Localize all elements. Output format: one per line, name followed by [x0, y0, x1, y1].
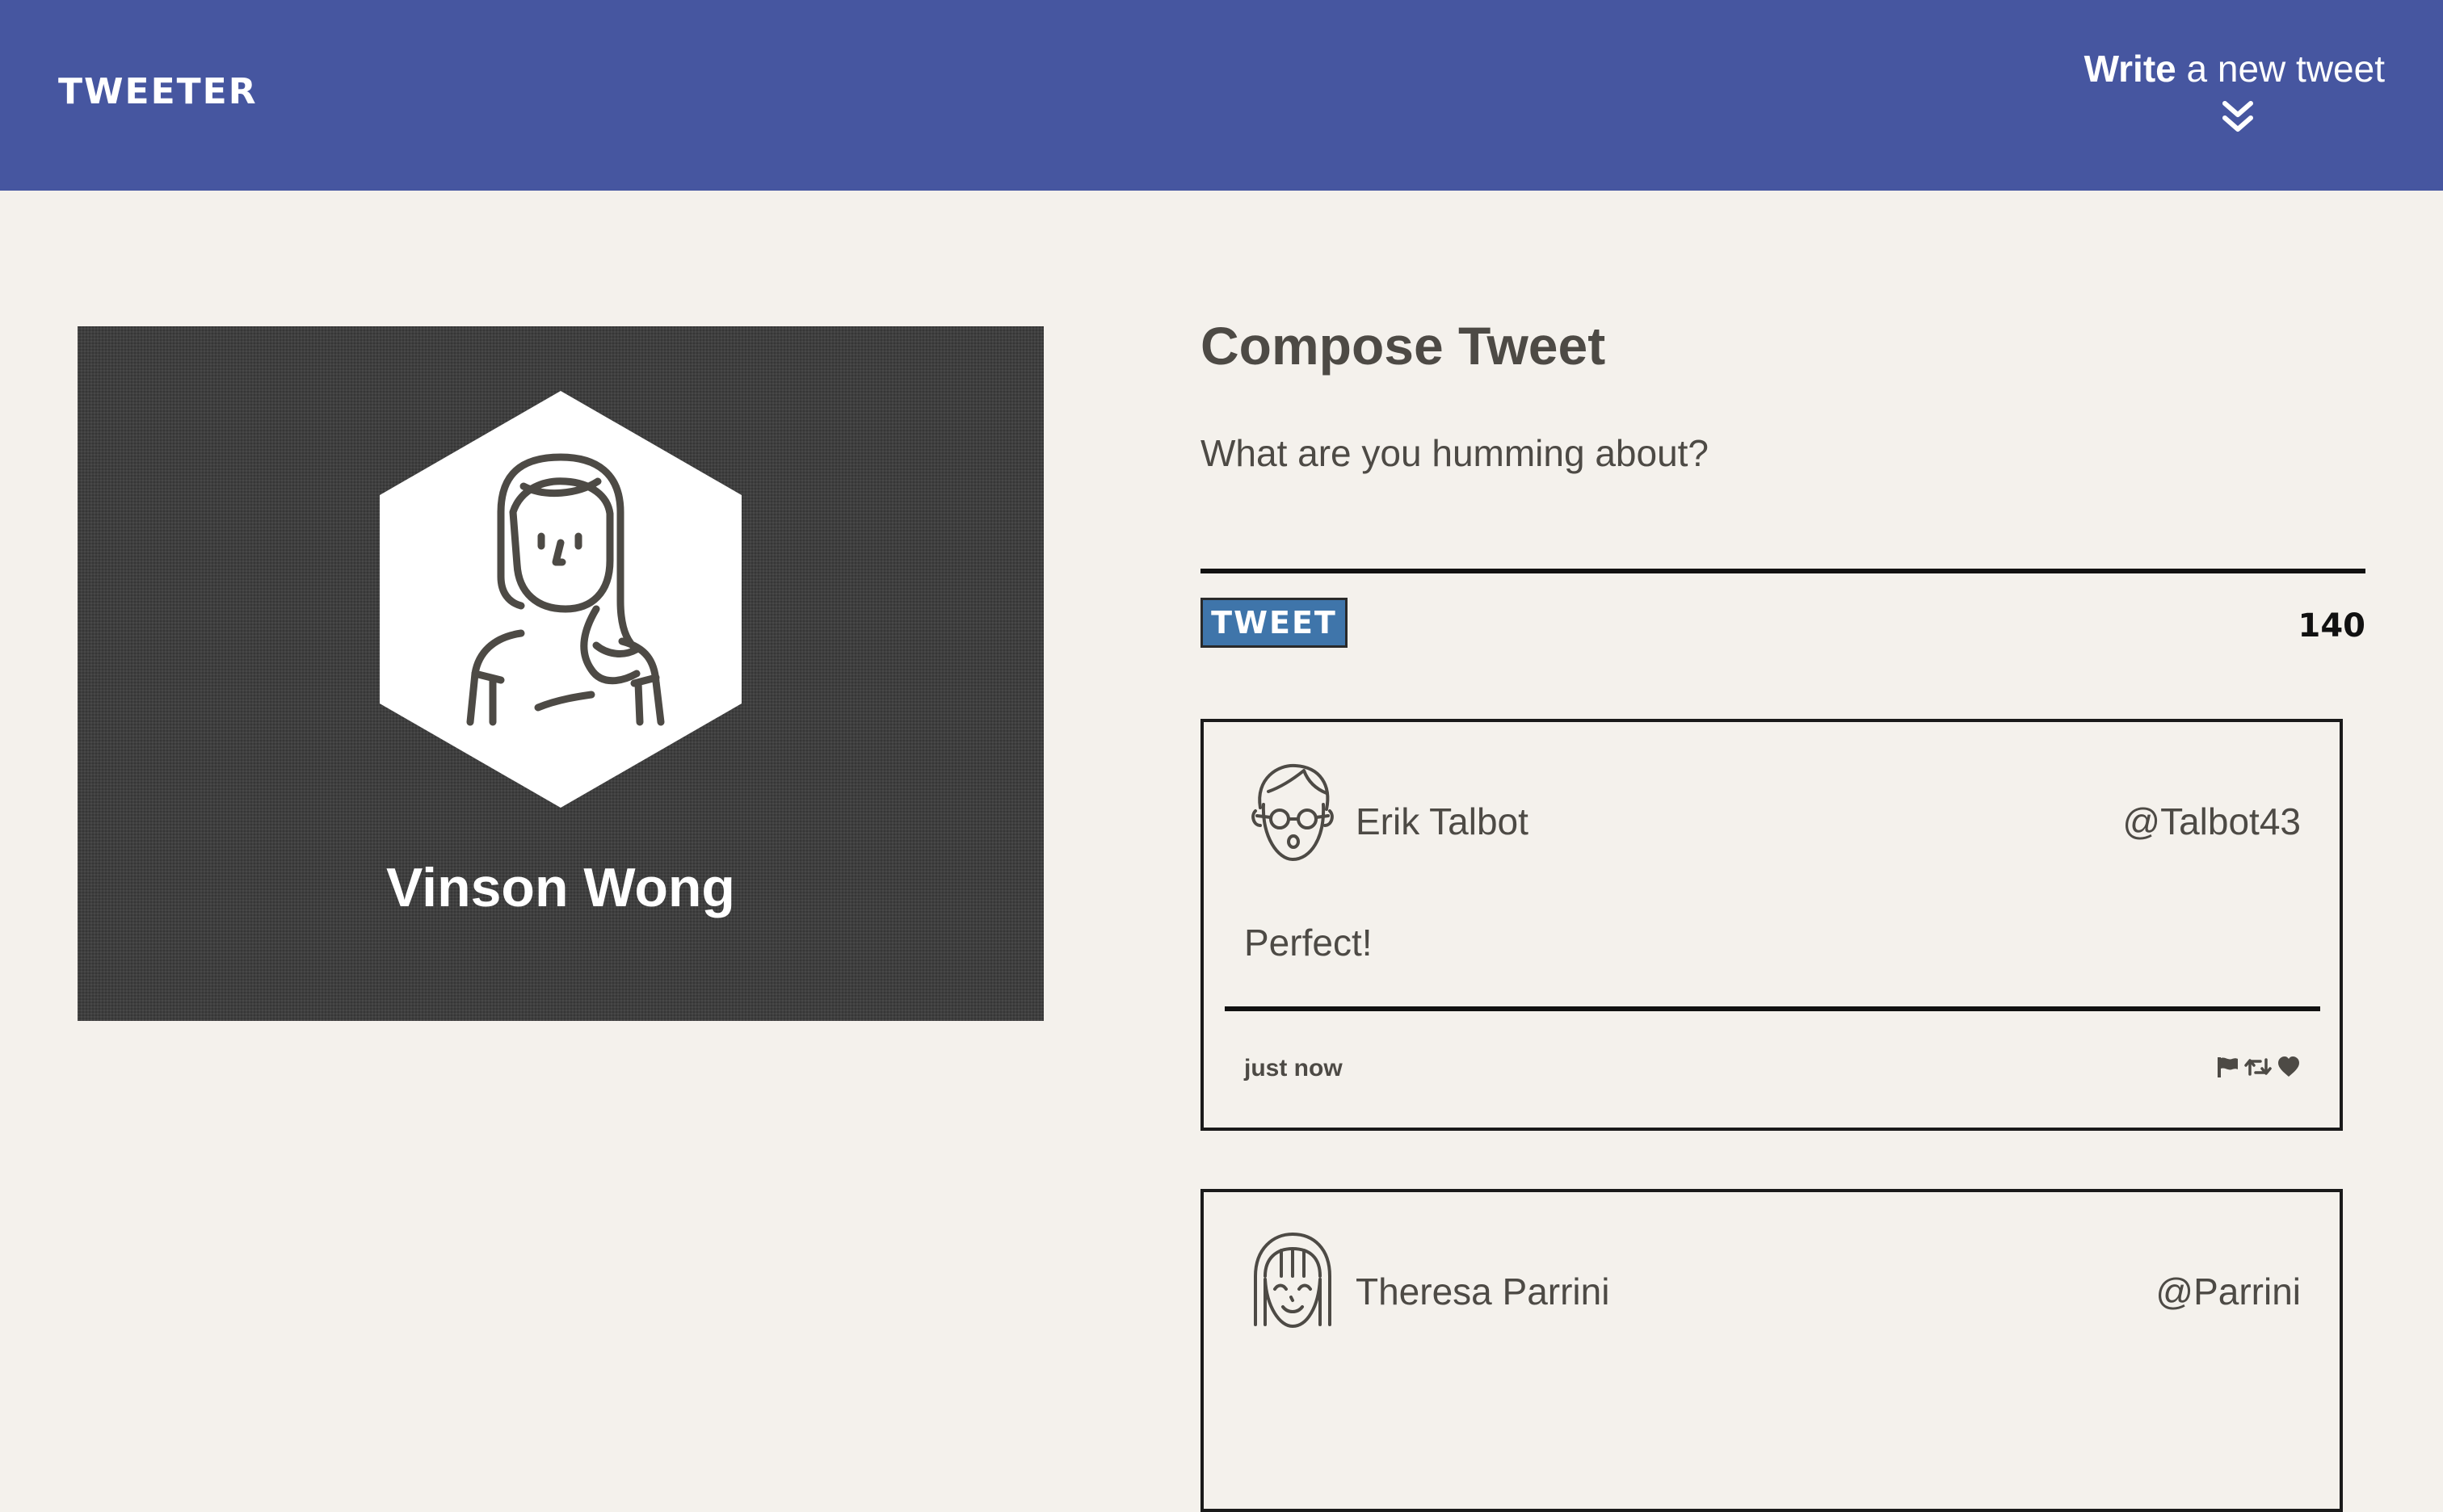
tweet-timestamp: just now	[1244, 1055, 1343, 1082]
char-counter: 140	[2298, 607, 2366, 645]
tweet-divider	[1225, 1006, 2320, 1011]
tweet-button[interactable]: TWEET	[1200, 598, 1348, 648]
brand-logo[interactable]: TWEETER	[58, 71, 258, 112]
flag-icon[interactable]	[2215, 1055, 2239, 1082]
tweet-author-handle: @Talbot43	[2122, 800, 2301, 842]
tweet-author-name: Erik Talbot	[1356, 800, 1528, 842]
write-new-tweet-toggle[interactable]: Write a new tweet	[2046, 47, 2386, 132]
tweet-content: Perfect!	[1244, 922, 1373, 964]
tweet-card: Erik Talbot @Talbot43 Perfect! just now	[1200, 719, 2343, 1131]
profile-card: Vinson Wong	[78, 326, 1044, 1021]
tweet-card: Theresa Parrini @Parrini	[1200, 1189, 2343, 1512]
female-avatar-icon	[380, 391, 742, 811]
tweet-author-name: Theresa Parrini	[1356, 1270, 1610, 1312]
profile-name: Vinson Wong	[386, 857, 735, 918]
tweet-textarea[interactable]	[1200, 420, 2365, 573]
compose-title: Compose Tweet	[1200, 316, 1606, 376]
top-nav: TWEETER Write a new tweet	[0, 0, 2443, 191]
tweet-actions	[2215, 1055, 2301, 1082]
retweet-icon[interactable]	[2244, 1055, 2272, 1082]
female-bangs-avatar-icon	[1246, 1229, 1339, 1334]
write-label-bold: Write	[2083, 48, 2176, 90]
male-glasses-avatar-icon	[1246, 759, 1339, 864]
tweet-author-handle: @Parrini	[2155, 1270, 2301, 1312]
heart-icon[interactable]	[2277, 1055, 2301, 1082]
write-label-rest: a new tweet	[2176, 48, 2386, 90]
double-chevron-down-icon[interactable]	[2046, 100, 2385, 141]
